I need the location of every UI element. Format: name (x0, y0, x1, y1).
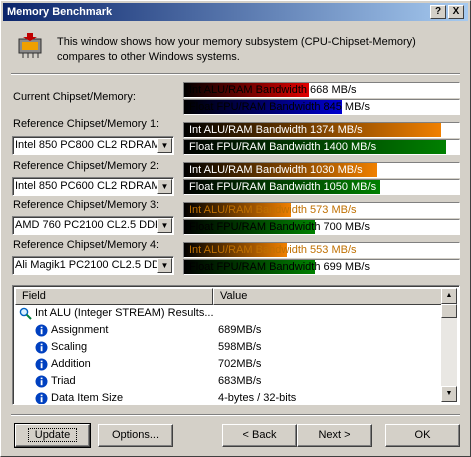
reference-1-label: Reference Chipset/Memory 1: (13, 118, 160, 130)
reference-1-select-value: Intel 850 PC800 CL2 RDRAM (15, 139, 157, 151)
info-icon (35, 341, 48, 354)
reference-3-fpu-bar: Float FPU/RAM Bandwidth 700 MB/s (183, 219, 460, 235)
memory-chip-icon (15, 31, 45, 61)
update-button-label: Update (27, 428, 78, 442)
reference-1-fpu-bar: Float FPU/RAM Bandwidth 1400 MB/s (183, 139, 460, 155)
results-listview[interactable]: Field Value Int ALU (Integer STREAM) Res… (12, 285, 460, 405)
memory-benchmark-window: Memory Benchmark ? X This window shows h… (0, 0, 471, 457)
reference-3-fpu-text: Float FPU/RAM Bandwidth 700 MB/s (189, 221, 370, 233)
vertical-scrollbar[interactable]: ▲ ▼ (441, 288, 457, 402)
list-item[interactable]: Int ALU (Integer STREAM) Results... (15, 305, 443, 322)
current-alu-text: Int ALU/RAM Bandwidth 668 MB/s (189, 84, 357, 96)
title-bar: Memory Benchmark ? X (3, 3, 468, 21)
chevron-down-icon[interactable]: ▼ (157, 258, 172, 273)
current-alu-bar: Int ALU/RAM Bandwidth 668 MB/s (183, 82, 460, 98)
reference-2-label: Reference Chipset/Memory 2: (13, 160, 160, 172)
reference-2-alu-text: Int ALU/RAM Bandwidth 1030 MB/s (189, 164, 363, 176)
list-item-field: Scaling (51, 341, 88, 353)
info-icon (35, 358, 48, 371)
reference-4-alu-bar: Int ALU/RAM Bandwidth 553 MB/s (183, 242, 460, 258)
list-item[interactable]: Addition 702MB/s (15, 356, 443, 373)
reference-4-fpu-bar: Float FPU/RAM Bandwidth 699 MB/s (183, 259, 460, 275)
reference-3-label: Reference Chipset/Memory 3: (13, 199, 160, 211)
reference-2-fpu-text: Float FPU/RAM Bandwidth 1050 MB/s (189, 181, 377, 193)
reference-3-select[interactable]: AMD 760 PC2100 CL2.5 DDR ▼ (12, 216, 174, 235)
info-icon (35, 324, 48, 337)
column-header-value[interactable]: Value (213, 288, 443, 305)
list-item-value: 689MB/s (218, 324, 262, 336)
bottom-separator (11, 414, 460, 416)
chevron-down-icon[interactable]: ▼ (157, 138, 172, 153)
reference-3-select-value: AMD 760 PC2100 CL2.5 DDR (15, 219, 157, 231)
reference-1-alu-bar: Int ALU/RAM Bandwidth 1374 MB/s (183, 122, 460, 138)
list-item-field: Int ALU (Integer STREAM) Results... (35, 307, 214, 319)
list-item-field: Triad (51, 375, 76, 387)
header-description: This window shows how your memory subsys… (57, 36, 416, 63)
window-title: Memory Benchmark (7, 6, 113, 18)
reference-1-select[interactable]: Intel 850 PC800 CL2 RDRAM ▼ (12, 136, 174, 155)
list-item-value: 683MB/s (218, 375, 262, 387)
chevron-down-icon[interactable]: ▼ (157, 218, 172, 233)
update-button[interactable]: Update (14, 423, 91, 448)
list-item[interactable]: Data Item Size 4-bytes / 32-bits (15, 390, 443, 404)
current-fpu-bar: Float FPU/RAM Bandwidth 845 MB/s (183, 99, 460, 115)
reference-1-fpu-text: Float FPU/RAM Bandwidth 1400 MB/s (189, 141, 377, 153)
scroll-up-icon[interactable]: ▲ (441, 288, 457, 304)
reference-4-alu-text: Int ALU/RAM Bandwidth 553 MB/s (189, 244, 357, 256)
close-button[interactable]: X (448, 5, 464, 19)
ok-button[interactable]: OK (385, 424, 460, 447)
search-icon (19, 307, 32, 320)
reference-4-select[interactable]: Ali Magik1 PC2100 CL2.5 DDR ▼ (12, 256, 174, 275)
scroll-down-icon[interactable]: ▼ (441, 386, 457, 402)
reference-1-alu-text: Int ALU/RAM Bandwidth 1374 MB/s (189, 124, 363, 136)
column-header-field[interactable]: Field (15, 288, 213, 305)
reference-2-select-value: Intel 850 PC600 CL2 RDRAM (15, 180, 157, 192)
reference-2-alu-bar: Int ALU/RAM Bandwidth 1030 MB/s (183, 162, 460, 178)
info-icon (35, 392, 48, 404)
list-item-value: 598MB/s (218, 341, 262, 353)
listview-header: Field Value (15, 288, 443, 305)
chevron-down-icon[interactable]: ▼ (157, 179, 172, 194)
reference-3-alu-bar: Int ALU/RAM Bandwidth 573 MB/s (183, 202, 460, 218)
list-item-field: Data Item Size (51, 392, 124, 404)
current-fpu-text: Float FPU/RAM Bandwidth 845 MB/s (189, 101, 370, 113)
list-item-value: 4-bytes / 32-bits (218, 392, 297, 404)
reference-2-select[interactable]: Intel 850 PC600 CL2 RDRAM ▼ (12, 177, 174, 196)
reference-3-alu-text: Int ALU/RAM Bandwidth 573 MB/s (189, 204, 357, 216)
list-item[interactable]: Scaling 598MB/s (15, 339, 443, 356)
info-icon (35, 375, 48, 388)
list-item[interactable]: Triad 683MB/s (15, 373, 443, 390)
list-item-field: Addition (51, 358, 91, 370)
options-button[interactable]: Options... (98, 424, 173, 447)
next-button[interactable]: Next > (297, 424, 372, 447)
reference-4-label: Reference Chipset/Memory 4: (13, 239, 160, 251)
list-item[interactable]: Assignment 689MB/s (15, 322, 443, 339)
reference-4-select-value: Ali Magik1 PC2100 CL2.5 DDR (15, 259, 157, 271)
current-chipset-label: Current Chipset/Memory: (13, 91, 136, 103)
reference-4-fpu-text: Float FPU/RAM Bandwidth 699 MB/s (189, 261, 370, 273)
top-separator (11, 73, 460, 75)
scroll-thumb[interactable] (441, 304, 457, 318)
help-button[interactable]: ? (430, 5, 446, 19)
reference-2-fpu-bar: Float FPU/RAM Bandwidth 1050 MB/s (183, 179, 460, 195)
back-button[interactable]: < Back (222, 424, 297, 447)
list-item-field: Assignment (51, 324, 109, 336)
list-item-value: 702MB/s (218, 358, 262, 370)
